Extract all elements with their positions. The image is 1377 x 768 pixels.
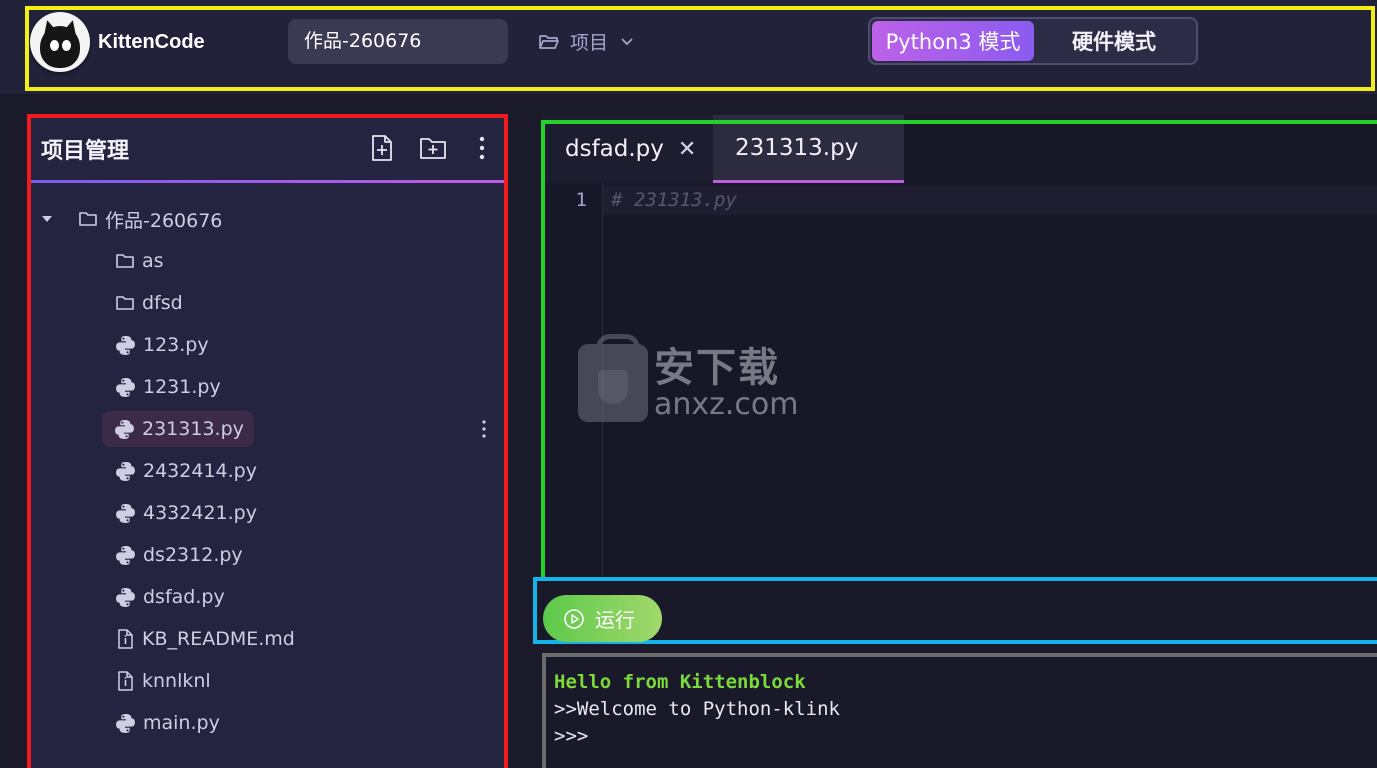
tree-item-label: as — [142, 250, 164, 272]
tree-item-label: dfsd — [142, 292, 183, 314]
brand-area: KittenCode — [30, 12, 205, 72]
more-options-icon[interactable] — [476, 133, 488, 163]
tree-item-1231-py[interactable]: 1231.py — [115, 369, 221, 405]
file-info-icon — [118, 629, 133, 649]
tree-item-dfsd[interactable]: dfsd — [115, 285, 183, 321]
tree-item-main-py[interactable]: main.py — [115, 705, 220, 741]
console-output[interactable]: Hello from Kittenblock >>Welcome to Pyth… — [542, 653, 1377, 768]
tree-item-knnlknl[interactable]: knnlknl — [115, 663, 211, 699]
tree-item-label: main.py — [143, 712, 220, 734]
watermark-en-text: anxz.com — [654, 387, 799, 422]
watermark-cn-text: 安下载 — [654, 345, 780, 391]
tree-item-label: dsfad.py — [143, 586, 225, 608]
console-prompt: >>> — [554, 725, 589, 747]
tab-label: dsfad.py — [565, 136, 664, 162]
project-menu[interactable]: 项目 — [538, 28, 644, 55]
project-menu-label: 项目 — [570, 32, 609, 54]
hardware-mode-button[interactable]: 硬件模式 — [1034, 21, 1194, 61]
folder-icon — [116, 296, 134, 310]
tree-item-dsfad-py[interactable]: dsfad.py — [115, 579, 225, 615]
tree-item-label: ds2312.py — [143, 544, 243, 566]
console-line: >>Welcome to Python-klink — [554, 698, 840, 720]
run-button[interactable]: 运行 — [543, 595, 662, 642]
sidebar-title: 项目管理 — [41, 139, 130, 164]
top-bar: KittenCode 作品-260676 项目 Python3 模式 硬件模式 — [0, 0, 1377, 94]
tree-item-4332421-py[interactable]: 4332421.py — [115, 495, 257, 531]
python-icon — [116, 335, 135, 355]
caret-down-icon — [42, 216, 52, 222]
mode-switch: Python3 模式 硬件模式 — [868, 17, 1198, 65]
play-circle-icon — [564, 608, 584, 629]
tab-dsfad-py[interactable]: dsfad.py ✕ — [543, 115, 713, 183]
tree-item-123-py[interactable]: 123.py — [115, 327, 209, 363]
sidebar-header: 项目管理 — [28, 115, 508, 183]
tree-item-label: 231313.py — [142, 418, 244, 440]
project-name-input[interactable]: 作品-260676 — [288, 19, 508, 64]
python-icon — [116, 713, 135, 733]
folder-icon — [116, 254, 134, 268]
code-line: # 231313.py — [611, 189, 737, 211]
row-more-options-icon[interactable] — [480, 419, 488, 439]
run-button-label: 运行 — [595, 610, 635, 632]
console-line: Hello from Kittenblock — [554, 671, 806, 693]
new-file-icon[interactable] — [368, 133, 396, 163]
tree-item-kb-readme-md[interactable]: KB_README.md — [115, 621, 295, 657]
line-number: 1 — [575, 189, 587, 211]
python3-mode-button[interactable]: Python3 模式 — [872, 21, 1034, 61]
tree-item-label: 2432414.py — [143, 460, 257, 482]
tab-label: 231313.py — [735, 134, 859, 161]
chevron-down-icon — [621, 37, 633, 45]
folder-icon — [79, 212, 97, 226]
python-icon — [116, 461, 135, 481]
folder-open-icon — [539, 34, 559, 49]
run-bar — [535, 578, 1377, 644]
tree-item-label: KB_README.md — [142, 628, 295, 650]
file-info-icon — [118, 671, 133, 691]
python-icon — [115, 419, 134, 439]
tree-item-label: knnlknl — [142, 670, 211, 692]
project-sidebar: 项目管理 作品-260676 as dfsd 123.py 1231.py 23… — [28, 115, 508, 768]
tab-231313-py[interactable]: 231313.py — [713, 115, 904, 183]
editor-tabs: dsfad.py ✕ 231313.py — [543, 115, 904, 183]
python-icon — [116, 587, 135, 607]
tree-item-label: 123.py — [143, 334, 209, 356]
python-icon — [116, 545, 135, 565]
new-folder-icon[interactable] — [418, 133, 448, 163]
watermark-bag-icon — [578, 334, 648, 422]
brand-name: KittenCode — [98, 30, 205, 53]
tree-item-231313-py[interactable]: 231313.py — [102, 411, 254, 447]
tree-item-ds2312-py[interactable]: ds2312.py — [115, 537, 243, 573]
tree-item-2432414-py[interactable]: 2432414.py — [115, 453, 257, 489]
kitten-logo-icon — [30, 12, 90, 72]
tree-item-label: 4332421.py — [143, 502, 257, 524]
python-icon — [116, 377, 135, 397]
watermark: 安下载 anxz.com — [578, 334, 799, 422]
python-icon — [116, 503, 135, 523]
tree-item-label: 1231.py — [143, 376, 221, 398]
close-icon[interactable]: ✕ — [678, 137, 696, 162]
root-folder[interactable]: 作品-260676 — [40, 201, 222, 237]
root-folder-label: 作品-260676 — [105, 209, 223, 232]
tree-item-as[interactable]: as — [115, 243, 164, 279]
